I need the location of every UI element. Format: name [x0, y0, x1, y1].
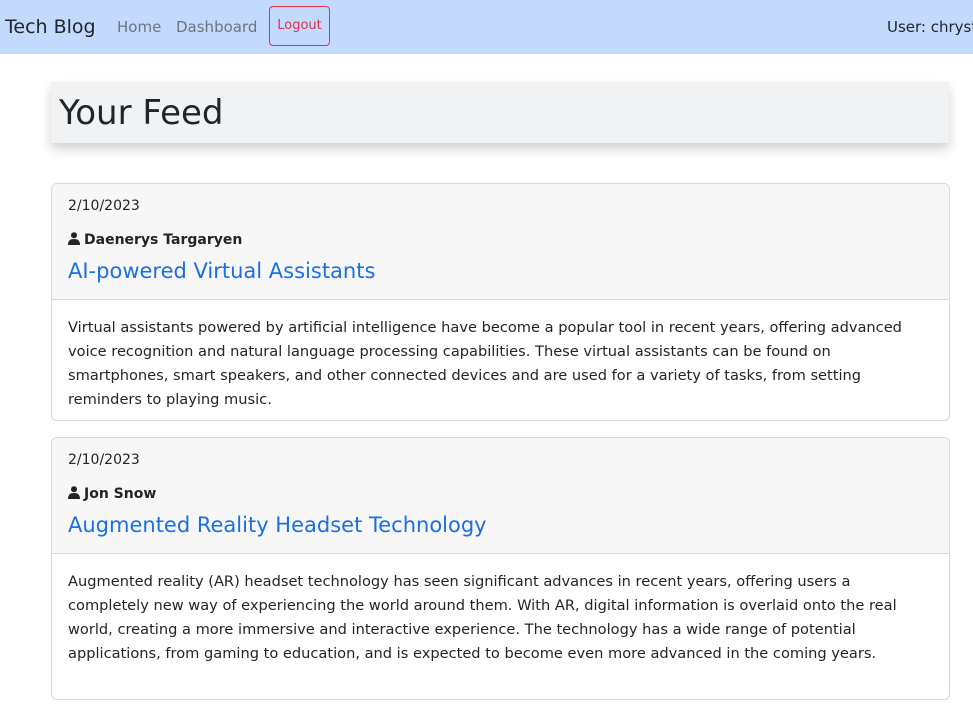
nav-dashboard-link[interactable]: Dashboard [176, 17, 257, 37]
feed-header: Your Feed [51, 82, 949, 143]
user-icon [68, 486, 80, 499]
nav-home-link[interactable]: Home [117, 17, 161, 37]
post-title-link[interactable]: Augmented Reality Headset Technology [68, 510, 487, 540]
post-card-header: 2/10/2023 Jon Snow Augmented Reality Hea… [52, 438, 949, 554]
post-author: Daenerys Targaryen [68, 230, 242, 250]
post-title-link[interactable]: AI-powered Virtual Assistants [68, 256, 375, 286]
post-card-header: 2/10/2023 Daenerys Targaryen AI-powered … [52, 184, 949, 300]
post-card: 2/10/2023 Daenerys Targaryen AI-powered … [51, 183, 950, 421]
post-card: 2/10/2023 Jon Snow Augmented Reality Hea… [51, 437, 950, 700]
post-date: 2/10/2023 [68, 452, 140, 468]
post-date: 2/10/2023 [68, 198, 140, 214]
logout-button[interactable]: Logout [269, 6, 330, 46]
post-author-name: Daenerys Targaryen [84, 232, 243, 248]
page-title: Your Feed [59, 93, 224, 133]
post-author-name: Jon Snow [84, 486, 157, 502]
current-user-label: User: chrysti [887, 18, 973, 36]
post-body: Virtual assistants powered by artificial… [68, 319, 902, 408]
post-body: Augmented reality (AR) headset technolog… [68, 573, 897, 662]
user-icon [68, 232, 80, 245]
brand-logo[interactable]: Tech Blog [5, 14, 96, 40]
post-author: Jon Snow [68, 484, 156, 504]
navbar: Tech Blog Home Dashboard Logout User: ch… [0, 0, 973, 54]
